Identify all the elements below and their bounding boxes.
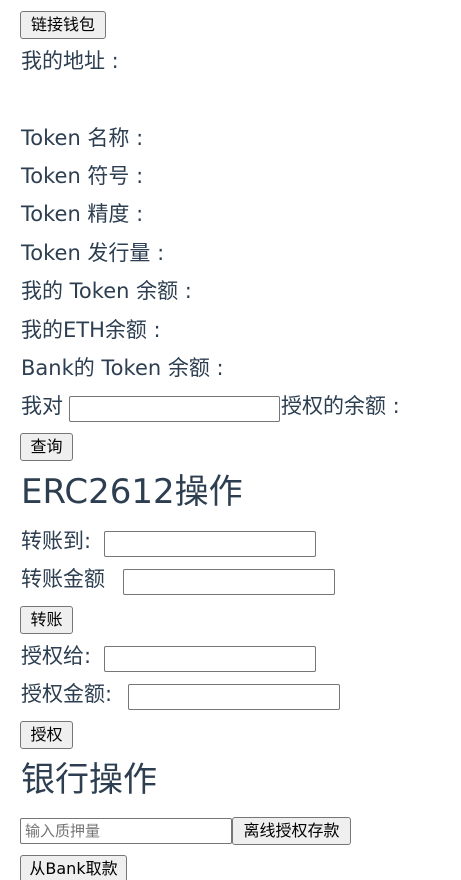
- my-eth-balance-label: 我的ETH余额 :: [21, 318, 161, 342]
- bank-heading: 银行操作: [21, 760, 157, 800]
- address-label-text: 我的地址 :: [21, 49, 119, 73]
- erc2612-heading: ERC2612操作: [21, 472, 243, 512]
- my-address-label: 我的地址 :: [21, 47, 119, 75]
- token-decimals-label: Token 精度 :: [21, 202, 144, 226]
- approve-to-input[interactable]: [104, 646, 316, 672]
- bank-token-balance-label: Bank的 Token 余额 :: [21, 356, 224, 380]
- transfer-amount-input[interactable]: [123, 569, 335, 595]
- approve-amount-label: 授权金额:: [21, 682, 113, 706]
- transfer-to-label: 转账到:: [21, 529, 92, 553]
- token-supply-label: Token 发行量 :: [21, 241, 165, 265]
- transfer-amount-label: 转账金额: [21, 567, 105, 591]
- deposit-amount-input[interactable]: [20, 818, 232, 844]
- query-button[interactable]: 查询: [20, 433, 73, 461]
- allowance-spender-input[interactable]: [69, 396, 280, 422]
- approve-amount-input[interactable]: [128, 684, 340, 710]
- transfer-button[interactable]: 转账: [20, 606, 73, 634]
- approve-to-label: 授权给:: [21, 644, 92, 668]
- permit-deposit-button[interactable]: 离线授权存款: [232, 817, 351, 845]
- connect-wallet-button[interactable]: 链接钱包: [20, 11, 106, 39]
- token-name-label: Token 名称 :: [21, 126, 144, 150]
- allowance-suffix: 授权的余额 :: [281, 394, 400, 418]
- token-symbol-label: Token 符号 :: [21, 164, 144, 188]
- withdraw-button[interactable]: 从Bank取款: [20, 855, 127, 880]
- my-token-balance-label: 我的 Token 余额 :: [21, 279, 192, 303]
- transfer-to-input[interactable]: [104, 531, 316, 557]
- approve-button[interactable]: 授权: [20, 721, 73, 749]
- allowance-prefix: 我对: [21, 394, 63, 418]
